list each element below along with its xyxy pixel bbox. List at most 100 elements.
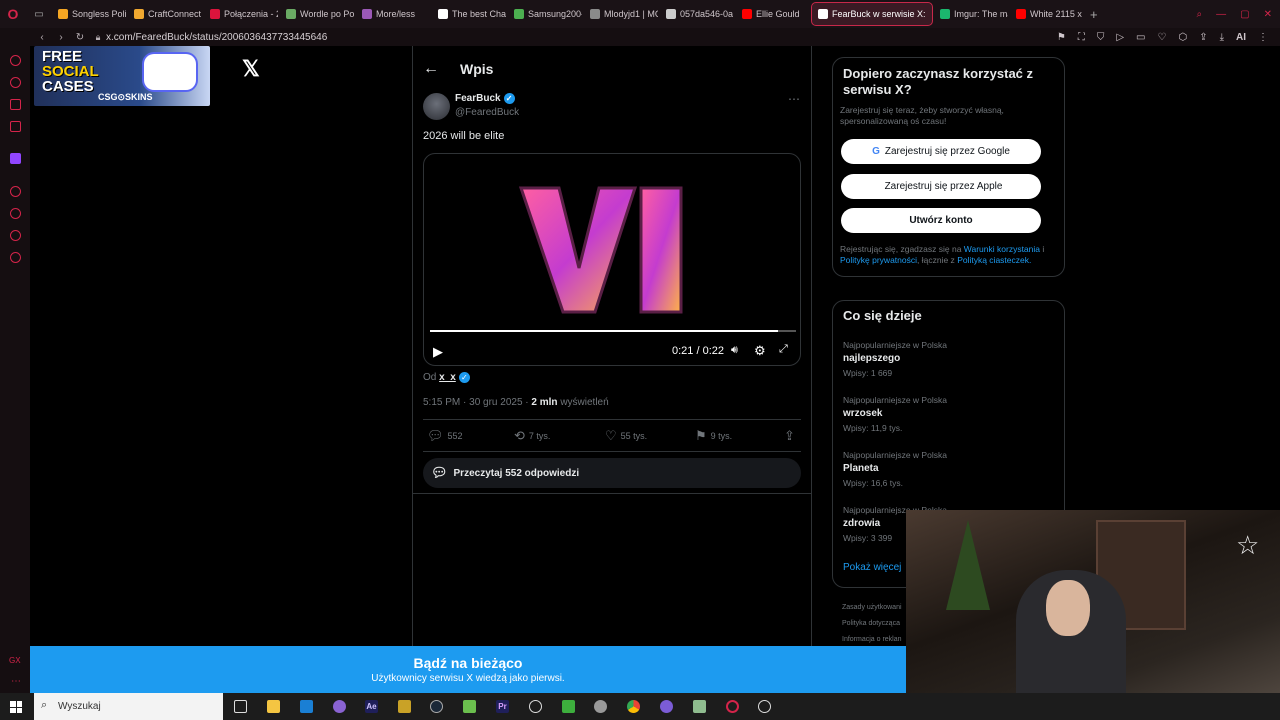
sidebar-settings-icon[interactable] <box>10 252 21 263</box>
url-field[interactable]: x.com/FearedBuck/status/2006036437733445… <box>106 32 327 43</box>
chrome-icon[interactable] <box>627 700 640 713</box>
app-icon[interactable] <box>660 700 673 713</box>
browser-tab[interactable]: Samsung200- <box>508 3 582 25</box>
read-replies-button[interactable]: 💬︎ Przeczytaj 552 odpowiedzi <box>423 458 801 488</box>
sidebar-messenger-icon[interactable] <box>10 55 21 66</box>
browser-tab[interactable]: The best Char <box>432 3 506 25</box>
back-nav-icon[interactable]: ‹ <box>32 32 52 43</box>
shield-icon[interactable]: ⛉ <box>1097 32 1105 43</box>
trend-item[interactable]: Planeta <box>843 463 879 474</box>
author-name[interactable]: FearBuck <box>455 93 501 104</box>
sidebar-history-icon[interactable] <box>10 208 21 219</box>
video-settings-icon[interactable]: ⚙ <box>754 343 766 359</box>
maximize-icon[interactable]: ▢ <box>1240 9 1249 20</box>
play-icon[interactable]: ▷ <box>1116 32 1124 43</box>
minimize-icon[interactable]: — <box>1216 9 1226 20</box>
app-icon[interactable] <box>529 700 542 713</box>
sidebar-player-icon[interactable] <box>10 186 21 197</box>
browser-tab[interactable]: Ellie Gould <box>736 3 810 25</box>
x-logo-icon[interactable]: 𝕏 <box>242 56 260 82</box>
close-icon[interactable]: ✕ <box>1264 9 1272 20</box>
share-icon[interactable]: ⇪ <box>1199 32 1207 43</box>
apple-signup-button[interactable]: Zarejestruj się przez Apple <box>841 174 1041 199</box>
address-bar-tools[interactable]: ⚑ ⛶ ⛉ ▷ ▭ ♡ ⬡ ⇪ ⤓ AI ⋮ <box>1057 32 1268 43</box>
video-progress-track[interactable] <box>430 330 796 332</box>
browser-tab[interactable]: CraftConnect <box>128 3 202 25</box>
author-handle[interactable]: @FearedBuck <box>455 107 519 118</box>
app-icon[interactable] <box>300 700 313 713</box>
cookies-link[interactable]: Polityką ciasteczek. <box>957 255 1031 265</box>
trend-item[interactable]: wrzosek <box>843 408 882 419</box>
browser-tab[interactable]: White 2115 x P <box>1010 3 1084 25</box>
privacy-link[interactable]: Politykę prywatności <box>840 255 917 265</box>
window-controls[interactable]: ⌕ — ▢ ✕ <box>1197 9 1272 20</box>
steam-icon[interactable] <box>430 700 443 713</box>
author-name-row[interactable]: FearBuck ✓ <box>455 93 515 104</box>
opera-logo-icon[interactable]: O <box>0 6 26 22</box>
browser-tab[interactable]: Połączenia - 2 <box>204 3 278 25</box>
browser-tab[interactable]: Mlodyjd1 | MC <box>584 3 658 25</box>
play-button-icon[interactable]: ▶ <box>433 344 443 360</box>
task-view-icon[interactable] <box>234 700 247 713</box>
snapshot-icon[interactable]: ⛶ <box>1078 32 1085 43</box>
footer-link[interactable]: Zasady użytkowani <box>842 600 902 616</box>
premiere-icon[interactable]: Pr <box>496 700 509 713</box>
sidebar-chat-icon[interactable] <box>10 99 21 110</box>
fullscreen-icon[interactable]: ⤢ <box>779 343 788 356</box>
extensions-icon[interactable]: ⬡ <box>1178 32 1187 43</box>
browser-tab[interactable]: FearBuck w serwisie X: <box>811 2 933 26</box>
search-tabs-icon[interactable]: ⌕ <box>1197 9 1203 20</box>
reload-icon[interactable]: ↻ <box>70 32 90 43</box>
trend-item[interactable]: najlepszego <box>843 353 900 364</box>
app-icon[interactable] <box>594 700 607 713</box>
after-effects-icon[interactable]: Ae <box>365 700 378 713</box>
google-signup-button[interactable]: G Zarejestruj się przez Google <box>841 139 1041 164</box>
avatar[interactable] <box>423 93 450 120</box>
heart-icon[interactable]: ♡ <box>1157 32 1166 43</box>
csgo-skins-ad[interactable]: FREE SOCIAL CASES CSG⊙SKINS <box>34 46 210 106</box>
file-explorer-icon[interactable] <box>267 700 280 713</box>
source-user-link[interactable]: x_x <box>439 372 456 383</box>
app-icon[interactable] <box>463 700 476 713</box>
repost-button[interactable]: ⟲ 7 tys. <box>514 428 550 444</box>
show-more-link[interactable]: Pokaż więcej <box>843 562 901 573</box>
video-player[interactable]: ▶ 0:21 / 0:22 🔊︎ ⚙ ⤢ <box>423 153 801 366</box>
sidebar-more-icon[interactable]: ⋯ <box>11 676 21 687</box>
tab-icon[interactable]: ▭ <box>1136 32 1145 43</box>
sidebar-extensions-icon[interactable] <box>10 230 21 241</box>
terms-link[interactable]: Warunki korzystania <box>964 244 1040 254</box>
tab-menu-icon[interactable]: ▭ <box>26 9 52 20</box>
sidebar-gx-icon[interactable]: GX <box>9 656 21 665</box>
bookmark-icon[interactable]: ⚑ <box>1057 32 1066 43</box>
download-icon[interactable]: ⤓ <box>1220 32 1224 43</box>
windows-start-icon[interactable] <box>10 701 22 713</box>
sidebar-twitch-icon[interactable] <box>10 153 21 164</box>
new-tab-button[interactable]: + <box>1090 7 1098 22</box>
app-icon[interactable] <box>758 700 771 713</box>
opera-gx-icon[interactable] <box>726 700 739 713</box>
trend-item[interactable]: zdrowia <box>843 518 880 529</box>
app-icon[interactable] <box>562 700 575 713</box>
app-icon[interactable] <box>398 700 411 713</box>
volume-icon[interactable]: 🔊︎ <box>731 344 738 357</box>
ai-button[interactable]: AI <box>1236 32 1246 43</box>
browser-tab[interactable]: 057da546-0a <box>660 3 734 25</box>
browser-tab[interactable]: Songless Polis <box>52 3 126 25</box>
menu-icon[interactable]: ⋮ <box>1258 32 1268 43</box>
like-button[interactable]: ♡ 55 tys. <box>605 428 647 444</box>
create-account-button[interactable]: Utwórz konto <box>841 208 1041 233</box>
forward-nav-icon[interactable]: › <box>52 32 70 43</box>
reply-button[interactable]: 💬︎ 552 <box>427 428 463 444</box>
sidebar-mail-icon[interactable] <box>10 121 21 132</box>
browser-tab[interactable]: Imgur: The ma <box>934 3 1008 25</box>
taskbar-search[interactable]: ⌕ Wyszukaj <box>34 693 223 720</box>
more-options-icon[interactable]: ⋯ <box>788 92 800 106</box>
signup-banner[interactable]: Bądź na bieżąco Użytkownicy serwisu X wi… <box>30 646 906 693</box>
sidebar-whatsapp-icon[interactable] <box>10 77 21 88</box>
footer-link[interactable]: Polityka dotycząca <box>842 616 902 632</box>
bookmark-button[interactable]: ⚑ 9 tys. <box>695 428 732 444</box>
share-button[interactable]: ⇪ <box>784 428 795 444</box>
app-icon[interactable] <box>693 700 706 713</box>
post-time[interactable]: 5:15 PM · 30 gru 2025 · <box>423 397 529 408</box>
browser-tab[interactable]: More/less <box>356 3 430 25</box>
